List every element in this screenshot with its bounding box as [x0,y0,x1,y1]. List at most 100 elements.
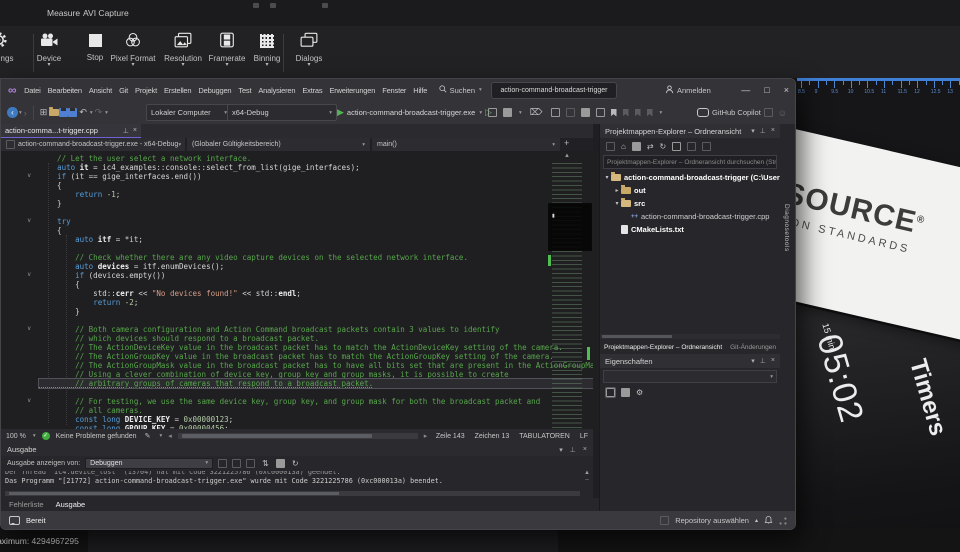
edit-pencil-icon[interactable]: ✎ [145,432,151,440]
menu-item-erweiterungen[interactable]: Erweiterungen [326,86,379,95]
tree-item-cmakelists-txt[interactable]: CMakeLists.txt [600,223,780,236]
output-source-dropdown[interactable]: Debuggen ▾ [85,458,213,469]
tree-expander-icon[interactable]: ▸ [613,187,621,194]
output-log[interactable]: Der Thread 'IC4.device_lost' (13704) hat… [5,471,580,489]
menu-item-datei[interactable]: Datei [21,86,45,95]
code-line[interactable]: { [39,280,593,289]
scrollbar-thumb[interactable] [602,335,672,338]
refresh-icon[interactable]: ↻ [660,142,667,151]
toolbar-icon[interactable]: ⌦ [530,107,543,118]
switch-view-icon[interactable]: ⇄ [647,142,654,151]
capture-tab-avi-capture[interactable]: AVI Capture [83,8,129,18]
breadcrumb-project-dropdown[interactable]: action-command-broadcast-trigger.exe - x… [1,138,185,151]
tree-item-action-command-broadcast-trigger-cpp[interactable]: ++action-command-broadcast-trigger.cpp [600,210,780,223]
output-tool-icon[interactable] [246,459,255,468]
resize-grip[interactable] [779,517,787,525]
chevron-down-icon[interactable]: ▾ [751,357,755,365]
select-repository-button[interactable]: Repository auswählen [675,516,749,525]
code-line[interactable]: // which devices should respond to a bro… [39,334,593,343]
new-project-button[interactable]: ⊞ [40,107,48,118]
github-copilot-button[interactable]: GitHub Copilot ☺ [697,108,789,118]
code-line[interactable]: try [39,217,593,226]
fold-arrow-icon[interactable]: ∨ [27,397,31,404]
clear-output-icon[interactable] [276,459,285,468]
output-horizontal-scrollbar[interactable] [5,491,580,496]
code-line[interactable]: auto itf = *it; [39,235,593,244]
navigate-back-button[interactable]: ‹ [7,107,18,118]
menu-item-git[interactable]: Git [116,86,132,95]
column-indicator[interactable]: Zeichen 13 [475,433,510,440]
start-debugging-button[interactable]: ▶ action-command-broadcast-trigger.exe ▾… [337,107,492,118]
save-button[interactable] [59,108,68,117]
fold-arrow-icon[interactable]: ∨ [27,325,31,332]
breadcrumb-function-dropdown[interactable]: main() ▾ [372,138,560,151]
code-line[interactable] [39,316,593,325]
configuration-dropdown[interactable]: x64-Debug ▾ [227,104,337,121]
categorized-icon[interactable] [606,388,615,397]
fold-arrow-icon[interactable]: ∨ [27,271,31,278]
code-line[interactable]: return -1; [39,190,593,199]
code-line[interactable]: auto devices = itf.enumDevices(); [39,262,593,271]
close-tab-icon[interactable]: × [133,127,137,134]
menu-item-extras[interactable]: Extras [299,86,326,95]
code-line[interactable]: // Both camera configuration and Action … [39,325,593,334]
save-all-button[interactable] [68,108,77,117]
output-tool-icon[interactable] [232,459,241,468]
toolbar-icon[interactable] [551,108,560,117]
toolbar-icon[interactable] [632,142,641,151]
tree-item-out[interactable]: ▸out [600,184,780,197]
code-line[interactable] [39,388,593,397]
home-icon[interactable]: ⌂ [621,142,626,151]
properties-object-dropdown[interactable]: ▾ [603,370,777,383]
capture-tab-measure[interactable]: Measure [47,8,80,18]
scrollbar-thumb[interactable] [9,492,339,495]
capture-button-pixel-format[interactable]: Pixel Format▾ [106,32,160,67]
problems-status[interactable]: Keine Probleme gefunden [56,433,137,440]
code-line[interactable] [39,244,593,253]
vs-search-button[interactable]: Suchen ▾ [439,85,482,95]
code-line[interactable]: return -2; [39,298,593,307]
close-button[interactable]: × [784,85,789,95]
dock-tab-git-nderungen[interactable]: Git-Änderungen [730,344,776,351]
menu-item-debuggen[interactable]: Debuggen [195,86,235,95]
minimap-viewport[interactable]: ▮ [548,203,592,251]
toolbar-icon[interactable] [488,108,497,117]
code-text[interactable]: // Let the user select a network interfa… [39,154,593,429]
horizontal-scrollbar[interactable] [178,433,418,439]
toolbar-icon[interactable] [503,108,512,117]
code-line[interactable]: // For testing, we use the same device k… [39,397,593,406]
properties-header[interactable]: Eigenschaften ▾ ⊥ × [600,354,780,368]
toolbar-icon[interactable] [606,142,615,151]
toolbar-icon[interactable] [581,108,590,117]
tree-item-action-command-broadcast-trigger[interactable]: ▾action-command-broadcast-trigger (C:\Us… [600,171,780,184]
menu-item-erstellen[interactable]: Erstellen [161,86,195,95]
line-indicator[interactable]: Zeile 143 [436,433,465,440]
pin-icon[interactable]: ⊥ [760,127,766,135]
menu-item-hilfe[interactable]: Hilfe [410,86,431,95]
close-icon[interactable]: × [771,357,775,365]
code-line[interactable]: if (devices.empty()) [39,271,593,280]
code-line[interactable]: // Check whether there are any video cap… [39,253,593,262]
chevron-down-icon[interactable]: ▾ [559,446,563,454]
output-tool-icon[interactable] [218,459,227,468]
dock-tab-projektmappen-explorer-ordneransicht[interactable]: Projektmappen-Explorer – Ordneransicht [604,344,722,351]
alphabetical-icon[interactable] [621,388,630,397]
toolbar-icon[interactable] [672,142,681,151]
scroll-right-arrow[interactable]: ▸ [424,432,428,440]
code-line[interactable]: // The ActionGroupKey value in the broad… [39,352,593,361]
word-wrap-icon[interactable]: ⇅ [262,459,269,468]
bookmark-icon[interactable] [623,109,629,117]
indent-indicator[interactable]: TABULATOREN [519,433,570,440]
notifications-bell-icon[interactable] [764,515,773,527]
bookmark-icon[interactable] [635,109,641,117]
tree-horizontal-scrollbar[interactable] [600,334,780,339]
toolbar-icon[interactable] [702,142,711,151]
target-machine-dropdown[interactable]: Lokaler Computer ▾ [146,104,232,121]
menu-item-analysieren[interactable]: Analysieren [255,86,299,95]
breadcrumb-scope-dropdown[interactable]: (Globaler Gültigkeitsbereich) ▾ [187,138,370,151]
diagnostics-tab[interactable]: Diagnosetools [783,204,790,252]
code-line[interactable]: } [39,307,593,316]
solution-explorer-header[interactable]: Projektmappen-Explorer – Ordneransicht ▾… [600,124,780,138]
eol-indicator[interactable]: LF [580,433,588,440]
code-line[interactable]: // The ActionDeviceKey value in the broa… [39,343,593,352]
